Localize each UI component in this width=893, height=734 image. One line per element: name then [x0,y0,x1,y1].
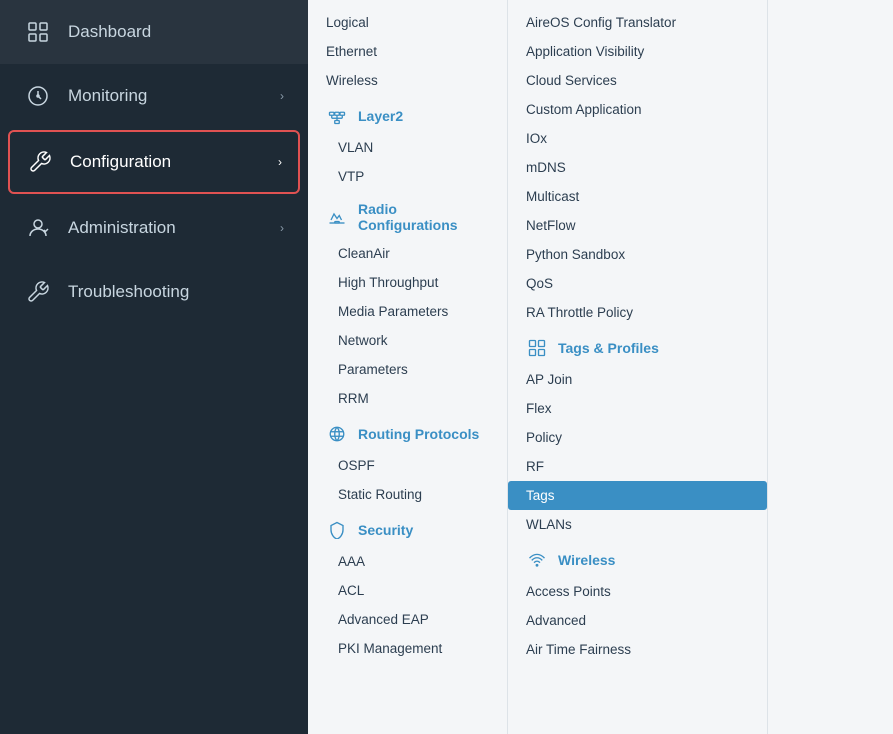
menu-item-aireos-config[interactable]: AireOS Config Translator [508,8,767,37]
menu-item-rrm[interactable]: RRM [308,384,507,413]
section-label-layer2: Layer2 [358,108,403,124]
sidebar-item-configuration[interactable]: Configuration › [8,130,300,194]
menu-item-logical[interactable]: Logical [308,8,507,37]
column1-menu: Logical Ethernet Wireless Layer2 VL [308,0,508,734]
troubleshooting-icon [24,278,52,306]
menu-item-ap-join[interactable]: AP Join [508,365,767,394]
menu-item-multicast[interactable]: Multicast [508,182,767,211]
chevron-right-icon: › [280,221,284,235]
menu-item-vtp[interactable]: VTP [308,162,507,191]
menu-item-high-throughput[interactable]: High Throughput [308,268,507,297]
menu-item-flex[interactable]: Flex [508,394,767,423]
menu-item-air-time-fairness[interactable]: Air Time Fairness [508,635,767,664]
menu-item-ethernet[interactable]: Ethernet [308,37,507,66]
wireless-section-icon [526,549,548,571]
menu-item-policy[interactable]: Policy [508,423,767,452]
sidebar-item-monitoring[interactable]: Monitoring › [0,64,308,128]
menu-item-app-visibility[interactable]: Application Visibility [508,37,767,66]
menu-item-parameters[interactable]: Parameters [308,355,507,384]
section-header-routing[interactable]: Routing Protocols [308,413,507,451]
section-label-tags-profiles: Tags & Profiles [558,340,659,356]
menu-item-python-sandbox[interactable]: Python Sandbox [508,240,767,269]
monitoring-icon [24,82,52,110]
section-header-layer2[interactable]: Layer2 [308,95,507,133]
section-header-tags-profiles[interactable]: Tags & Profiles [508,327,767,365]
chevron-right-icon: › [280,89,284,103]
column2-menu: AireOS Config Translator Application Vis… [508,0,768,734]
menu-item-custom-app[interactable]: Custom Application [508,95,767,124]
chevron-right-icon: › [278,155,282,169]
section-label-radio: Radio Configurations [358,201,489,233]
menu-item-pki-management[interactable]: PKI Management [308,634,507,663]
menu-item-rf[interactable]: RF [508,452,767,481]
menu-item-iox[interactable]: IOx [508,124,767,153]
menu-item-advanced[interactable]: Advanced [508,606,767,635]
menu-item-mdns[interactable]: mDNS [508,153,767,182]
sidebar: Dashboard Monitoring › Configuration › [0,0,308,734]
radio-icon [326,206,348,228]
routing-icon [326,423,348,445]
sidebar-item-administration[interactable]: Administration › [0,196,308,260]
sidebar-item-label: Configuration [70,152,171,172]
section-label-routing: Routing Protocols [358,426,479,442]
section-header-security[interactable]: Security [308,509,507,547]
menu-item-cleanair[interactable]: CleanAir [308,239,507,268]
section-label-wireless: Wireless [558,552,615,568]
section-header-wireless[interactable]: Wireless [508,539,767,577]
administration-icon [24,214,52,242]
security-icon [326,519,348,541]
menu-item-aaa[interactable]: AAA [308,547,507,576]
tags-profiles-icon [526,337,548,359]
menu-item-media-parameters[interactable]: Media Parameters [308,297,507,326]
section-header-radio[interactable]: Radio Configurations [308,191,507,239]
sidebar-item-label: Administration [68,218,176,238]
menu-item-network[interactable]: Network [308,326,507,355]
menu-item-qos[interactable]: QoS [508,269,767,298]
layer2-icon [326,105,348,127]
sidebar-item-label: Dashboard [68,22,151,42]
menu-item-access-points[interactable]: Access Points [508,577,767,606]
menu-item-static-routing[interactable]: Static Routing [308,480,507,509]
menu-item-netflow[interactable]: NetFlow [508,211,767,240]
menu-item-ospf[interactable]: OSPF [308,451,507,480]
menu-item-cloud-services[interactable]: Cloud Services [508,66,767,95]
sidebar-item-label: Troubleshooting [68,282,189,302]
menu-item-tags[interactable]: Tags [508,481,767,510]
sidebar-item-troubleshooting[interactable]: Troubleshooting [0,260,308,324]
menu-item-ra-throttle[interactable]: RA Throttle Policy [508,298,767,327]
main-content: Logical Ethernet Wireless Layer2 VL [308,0,893,734]
menu-item-vlan[interactable]: VLAN [308,133,507,162]
dashboard-icon [24,18,52,46]
section-label-security: Security [358,522,413,538]
menu-item-wireless[interactable]: Wireless [308,66,507,95]
sidebar-item-dashboard[interactable]: Dashboard [0,0,308,64]
menu-item-wlans[interactable]: WLANs [508,510,767,539]
sidebar-item-label: Monitoring [68,86,147,106]
menu-item-advanced-eap[interactable]: Advanced EAP [308,605,507,634]
configuration-icon [26,148,54,176]
menu-item-acl[interactable]: ACL [308,576,507,605]
